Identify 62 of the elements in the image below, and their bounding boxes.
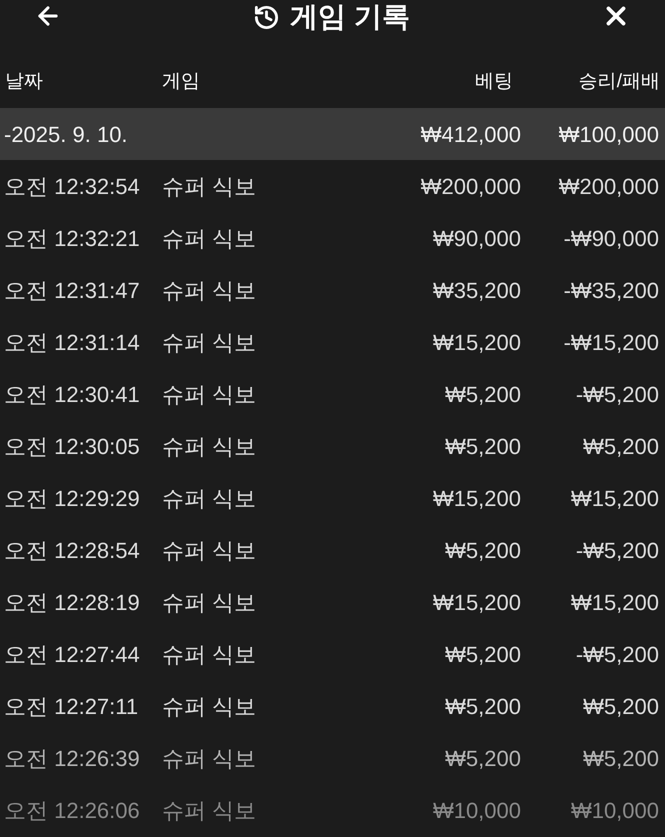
game-cell-text: 슈퍼 식보 [161,484,258,512]
time-cell-text: 오전 12:27:44 [3,640,141,668]
game-cell-text: 슈퍼 식보 [161,380,258,408]
column-header: 날짜 [4,70,44,94]
result-cell-text: ₩5,200 [582,432,660,460]
time-cell-text: 오전 12:26:39 [3,744,141,772]
time-cell-text: 오전 12:30:41 [3,380,141,408]
bet-cell-text: ₩15,200 [432,484,521,512]
bet-cell-text: ₩15,200 [432,328,521,356]
time-cell-text: 오전 12:31:14 [3,328,141,356]
bet-cell-text: ₩5,200 [444,432,521,460]
bet-cell-text: ₩200,000 [420,172,521,200]
game-cell-text: 슈퍼 식보 [161,640,258,668]
column-header: 베팅 [474,70,513,94]
game-cell-text: 슈퍼 식보 [161,796,258,824]
time-cell-text: 오전 12:32:21 [3,224,141,252]
column-header: 게임 [161,70,201,94]
game-cell-text: 슈퍼 식보 [161,588,258,616]
result-cell-text: -₩5,200 [574,380,660,408]
page-title: 게임 기록 [290,2,410,32]
date-group-row[interactable]: -2025. 9. 10. ₩412,000 ₩100,000 [0,108,665,160]
game-cell-text: 슈퍼 식보 [161,432,258,460]
result-cell-text: ₩5,200 [582,692,660,720]
bet-cell-text: ₩10,000 [432,796,521,824]
game-cell-text: 슈퍼 식보 [161,744,258,772]
result-cell-text: -₩90,000 [562,224,660,252]
group-date: -2025. 9. 10. [3,120,129,148]
result-cell-text: -₩5,200 [574,640,660,668]
time-cell-text: 오전 12:29:29 [3,484,141,512]
result-cell-text: ₩10,000 [570,796,660,824]
game-cell-text: 슈퍼 식보 [161,172,258,200]
group-result-total: ₩100,000 [558,120,660,148]
column-header: 승리/패배 [578,70,661,94]
bet-cell-text: ₩5,200 [444,692,521,720]
game-cell-text: 슈퍼 식보 [161,224,258,252]
result-cell-text: ₩5,200 [582,744,660,772]
time-cell-text: 오전 12:28:54 [3,536,141,564]
bet-cell-text: ₩5,200 [444,744,521,772]
time-cell-text: 오전 12:26:06 [3,796,141,824]
result-cell-text: ₩15,200 [570,484,660,512]
result-cell-text: ₩15,200 [570,588,660,616]
bet-cell-text: ₩35,200 [432,276,521,304]
result-cell-text: -₩5,200 [574,536,660,564]
game-cell-text: 슈퍼 식보 [161,276,258,304]
result-cell-text: -₩35,200 [562,276,660,304]
bet-cell-text: ₩5,200 [444,380,521,408]
bet-cell-text: ₩15,200 [432,588,521,616]
game-cell-text: 슈퍼 식보 [161,692,258,720]
result-cell-text: -₩15,200 [562,328,660,356]
history-icon [253,4,280,30]
game-cell-text: 슈퍼 식보 [161,328,258,356]
bet-cell-text: ₩5,200 [444,640,521,668]
bet-cell-text: ₩5,200 [444,536,521,564]
game-cell-text: 슈퍼 식보 [161,536,258,564]
time-cell-text: 오전 12:31:47 [3,276,141,304]
time-cell-text: 오전 12:28:19 [3,588,141,616]
result-cell-text: ₩200,000 [558,172,660,200]
time-cell-text: 오전 12:27:11 [3,692,140,720]
bet-cell-text: ₩90,000 [432,224,521,252]
time-cell-text: 오전 12:32:54 [3,172,141,200]
group-bet-total: ₩412,000 [420,120,521,148]
time-cell-text: 오전 12:30:05 [3,432,141,460]
